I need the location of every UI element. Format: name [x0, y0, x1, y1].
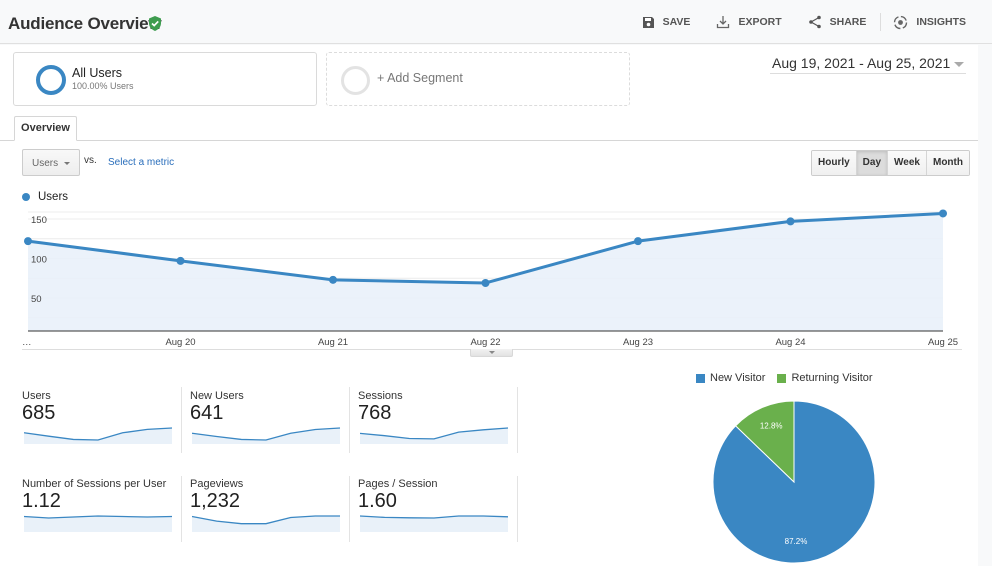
- metric-tile[interactable]: Number of Sessions per User 1.12: [22, 478, 182, 548]
- metric-value: 1,232: [190, 490, 241, 512]
- x-tick-label: Aug 24: [775, 337, 805, 348]
- x-tick-label: Aug 23: [623, 337, 653, 348]
- insights-icon: [894, 15, 908, 29]
- tile-separator: [181, 387, 182, 453]
- week-button[interactable]: Week: [888, 151, 927, 175]
- export-button[interactable]: EXPORT: [716, 15, 782, 29]
- granularity-toggle: Hourly Day Week Month: [811, 150, 970, 176]
- y-tick-label: 100: [31, 255, 47, 266]
- sparkline: [24, 515, 173, 532]
- area-fill: [28, 213, 943, 331]
- metric-value: 641: [190, 402, 224, 424]
- y-tick-label: 150: [31, 215, 47, 226]
- tab-overview[interactable]: Overview: [14, 116, 77, 141]
- chevron-down-icon: [954, 62, 964, 67]
- segment-ring-icon: [36, 65, 66, 95]
- pie-legend-new-visitor: New Visitor: [696, 372, 765, 384]
- metric-tile[interactable]: Pages / Session 1.60: [358, 478, 518, 548]
- metric-dropdown-value: Users: [32, 158, 59, 169]
- share-button[interactable]: SHARE: [808, 15, 867, 29]
- pie-slice-label: 87.2%: [785, 537, 808, 546]
- tab-divider: [0, 140, 978, 141]
- metric-dropdown[interactable]: Users: [22, 149, 80, 176]
- segment-subtitle: 100.00% Users: [72, 81, 134, 91]
- download-icon: [717, 16, 730, 29]
- page-title: Audience Overview: [8, 14, 162, 33]
- top-bar: Audience Overview SAVE EXPORT SHARE INSI…: [0, 0, 992, 44]
- metric-value: 1.60: [358, 490, 397, 512]
- tile-separator: [349, 476, 350, 542]
- metric-value: 768: [358, 402, 392, 424]
- save-icon: [642, 16, 654, 28]
- data-point: [939, 209, 947, 218]
- export-label: EXPORT: [738, 16, 782, 28]
- share-icon: [808, 15, 821, 29]
- legend-label-new: New Visitor: [710, 372, 766, 384]
- data-point: [24, 237, 32, 246]
- segment-all-users[interactable]: All Users 100.00% Users: [13, 52, 317, 106]
- save-label: SAVE: [662, 16, 691, 28]
- add-segment-label: + Add Segment: [377, 71, 463, 85]
- date-range-text: Aug 19, 2021 - Aug 25, 2021: [772, 55, 951, 71]
- tile-separator: [517, 387, 518, 453]
- pie-legend-returning-visitor: Returning Visitor: [777, 372, 873, 384]
- insights-button[interactable]: INSIGHTS: [893, 15, 966, 30]
- metric-label: Users: [22, 390, 51, 402]
- metric-label: Pages / Session: [358, 478, 438, 490]
- pie-legend: New Visitor Returning Visitor: [696, 372, 885, 384]
- tile-separator: [517, 476, 518, 542]
- month-button[interactable]: Month: [926, 151, 969, 175]
- day-button[interactable]: Day: [856, 151, 889, 175]
- metric-label: Number of Sessions per User: [22, 478, 167, 490]
- data-point: [329, 275, 337, 284]
- vs-label: vs.: [84, 155, 97, 166]
- metric-value: 1.12: [22, 490, 61, 512]
- data-point: [786, 217, 795, 226]
- data-point: [634, 237, 642, 246]
- sparkline: [192, 515, 340, 532]
- data-point: [176, 256, 185, 265]
- metric-label: New Users: [190, 390, 244, 402]
- hourly-button[interactable]: Hourly: [812, 151, 857, 175]
- empty-segment-ring-icon: [341, 66, 370, 95]
- share-label: SHARE: [829, 16, 867, 28]
- legend-label-returning: Returning Visitor: [791, 372, 873, 384]
- sparkline: [360, 515, 509, 532]
- chart-resize-handle[interactable]: [470, 349, 513, 357]
- x-tick-label: Aug 22: [470, 337, 500, 348]
- add-segment-button[interactable]: + Add Segment: [326, 52, 630, 106]
- users-line-chart: 50 100 150 … Aug 20 Aug 21 Aug 22 Aug 23 Aug 24 A…: [22, 209, 958, 348]
- metric-tile[interactable]: Pageviews 1,232: [190, 478, 350, 548]
- metric-label: Pageviews: [190, 478, 244, 490]
- visitor-type-pie-chart: 87.2% 12.8%: [712, 400, 876, 564]
- chevron-down-icon: [64, 162, 70, 165]
- date-range-picker[interactable]: Aug 19, 2021 - Aug 25, 2021: [770, 53, 966, 74]
- metric-tile[interactable]: Sessions 768: [358, 390, 518, 460]
- sparkline: [192, 427, 341, 444]
- sparkline: [360, 427, 509, 444]
- divider: [880, 13, 882, 31]
- shield-check-icon: [149, 16, 161, 31]
- metric-tile[interactable]: Users 685: [22, 390, 182, 460]
- x-tick-label: Aug 25: [928, 337, 958, 348]
- pie-slice-label: 12.8%: [760, 421, 783, 430]
- select-metric-link[interactable]: Select a metric: [108, 157, 174, 168]
- legend-swatch-returning: [777, 373, 787, 383]
- right-gutter: [978, 45, 992, 566]
- x-tick-label: Aug 20: [165, 337, 195, 348]
- sparkline: [24, 427, 173, 444]
- insights-label: INSIGHTS: [916, 16, 966, 28]
- legend-swatch-new: [696, 373, 705, 383]
- y-tick-label: 50: [31, 294, 42, 305]
- metric-tile[interactable]: New Users 641: [190, 390, 350, 460]
- save-button[interactable]: SAVE: [642, 16, 691, 29]
- x-tick-label: …: [22, 337, 32, 348]
- data-point: [481, 278, 490, 287]
- segment-name: All Users: [72, 66, 123, 80]
- metric-label: Sessions: [358, 390, 403, 402]
- metric-value: 685: [22, 402, 56, 424]
- tile-separator: [349, 387, 350, 453]
- x-tick-label: Aug 21: [318, 337, 348, 348]
- tile-separator: [181, 476, 182, 542]
